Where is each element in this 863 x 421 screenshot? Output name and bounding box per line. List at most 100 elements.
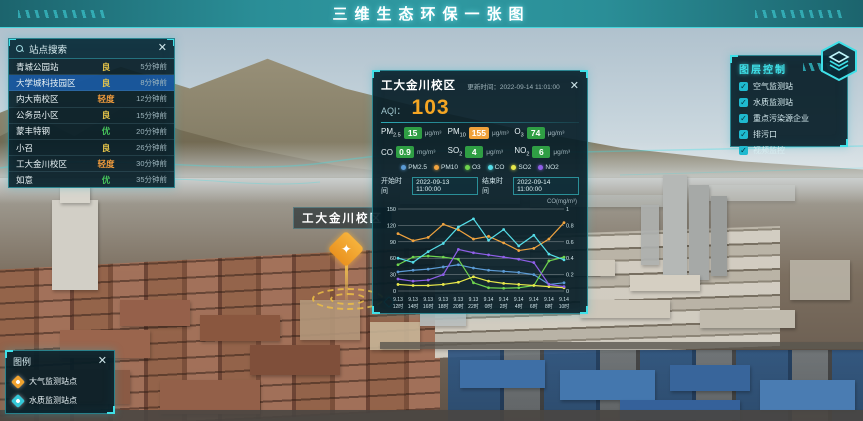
chart-legend-item[interactable]: PM10 xyxy=(434,164,458,171)
aqi-level-badge: 轻度 xyxy=(93,158,119,170)
update-time: 12分钟前 xyxy=(119,93,167,104)
pollutant-value-badge: 6 xyxy=(532,146,550,158)
legend-item-label: 大气监测站点 xyxy=(29,376,77,387)
end-time-input[interactable]: 2022-09-14 11:00:00 xyxy=(513,177,579,195)
legend-label: PM10 xyxy=(441,164,458,171)
legend-item: 水质监测站点 xyxy=(13,395,107,406)
chart-legend-item[interactable]: NO2 xyxy=(538,164,558,171)
end-time-label: 结束时间 xyxy=(482,176,509,196)
start-time-input[interactable]: 2022-09-13 11:00:00 xyxy=(412,177,478,195)
air-station-marker[interactable]: ✦ xyxy=(333,236,359,262)
popup-title: 工大金川校区 xyxy=(381,77,456,93)
start-time-label: 开始时间 xyxy=(381,176,408,196)
pollutant-trend-chart[interactable]: 00300.2600.4900.61200.815019.1312时9.1314… xyxy=(381,205,581,317)
legend-dot-icon xyxy=(538,165,543,170)
layer-rows: ✓空气监测站✓水质监测站✓重点污染源企业✓排污口✓视频监控 xyxy=(739,81,839,156)
chart-legend-item[interactable]: PM2.5 xyxy=(401,164,427,171)
pollutant-name: CO xyxy=(381,148,393,157)
legend-close-icon[interactable]: ✕ xyxy=(98,356,107,367)
popup-update-time: 更新时间：2022-09-14 11:01:00 xyxy=(462,81,564,91)
station-name: 蒙丰特钢 xyxy=(16,125,93,137)
layer-item[interactable]: ✓水质监测站 xyxy=(739,97,839,108)
svg-text:150: 150 xyxy=(387,207,396,213)
pollutant-cell: NO26μg/m³ xyxy=(514,146,579,158)
close-icon[interactable]: ✕ xyxy=(158,43,167,54)
legend-rows: 大气监测站点水质监测站点 xyxy=(13,376,107,406)
header-decoration-right xyxy=(755,10,845,18)
aqi-label: AQI： xyxy=(381,104,406,117)
station-row[interactable]: 蒙丰特钢优20分钟前 xyxy=(9,124,174,140)
marker-diamond-icon: ✦ xyxy=(328,231,365,268)
layer-item[interactable]: ✓空气监测站 xyxy=(739,81,839,92)
station-row[interactable]: 小召良26分钟前 xyxy=(9,140,174,156)
page-title: 三维生态环保一张图 xyxy=(332,3,530,24)
pollutant-name: O3 xyxy=(514,127,523,139)
legend-item-label: 水质监测站点 xyxy=(29,395,77,406)
pollutant-unit: μg/m³ xyxy=(425,130,442,137)
station-row[interactable]: 大学城科技园区良8分钟前 xyxy=(9,75,174,91)
pollutant-name: SO2 xyxy=(448,146,463,158)
station-detail-popup: 工大金川校区 更新时间：2022-09-14 11:01:00 ✕ AQI： 1… xyxy=(372,70,588,314)
station-panel-header: 站点搜索 ✕ xyxy=(9,39,174,59)
layer-item[interactable]: ✓视频监控 xyxy=(739,145,839,156)
station-row[interactable]: 公务员小区良15分钟前 xyxy=(9,108,174,124)
svg-text:30: 30 xyxy=(390,273,396,279)
checkbox-icon[interactable]: ✓ xyxy=(739,82,748,91)
legend-label: O3 xyxy=(472,164,481,171)
header-bar: 三维生态环保一张图 xyxy=(0,0,863,28)
chart-legend-item[interactable]: O3 xyxy=(465,164,481,171)
pollutant-unit: mg/m³ xyxy=(417,149,435,156)
pollutant-cell: O374μg/m³ xyxy=(514,127,579,139)
svg-text:0: 0 xyxy=(393,289,396,295)
map-legend-panel: 图例 ✕ 大气监测站点水质监测站点 xyxy=(5,350,115,414)
aqi-level-badge: 良 xyxy=(93,61,119,73)
checkbox-icon[interactable]: ✓ xyxy=(739,114,748,123)
pollutant-name: NO2 xyxy=(514,146,529,158)
legend-label: PM2.5 xyxy=(408,164,427,171)
svg-text:9.142时: 9.142时 xyxy=(499,297,509,310)
layer-label: 排污口 xyxy=(753,129,777,140)
layer-item[interactable]: ✓ 排污口 xyxy=(739,129,839,140)
station-list-panel: 站点搜索 ✕ 青城公园站良5分钟前大学城科技园区良8分钟前内大南校区轻度12分钟… xyxy=(8,38,175,188)
station-marker-icon xyxy=(11,374,25,388)
pollutant-unit: μg/m³ xyxy=(486,149,503,156)
layer-label: 重点污染源企业 xyxy=(753,113,809,124)
svg-text:9.144时: 9.144时 xyxy=(514,297,524,310)
svg-text:9.1316时: 9.1316时 xyxy=(423,297,434,310)
station-panel-title: 站点搜索 xyxy=(29,42,153,56)
svg-text:0: 0 xyxy=(566,289,569,295)
aqi-level-badge: 良 xyxy=(93,109,119,121)
svg-text:9.1318时: 9.1318时 xyxy=(438,297,449,310)
checkbox-icon[interactable]: ✓ xyxy=(739,98,748,107)
pollutant-value-badge: 15 xyxy=(404,127,422,139)
pollutant-value-badge: 155 xyxy=(469,127,489,139)
chart-legend-item[interactable]: SO2 xyxy=(511,164,531,171)
station-name: 青城公园站 xyxy=(16,61,93,73)
chart-legend-item[interactable]: CO xyxy=(488,164,505,171)
layer-item[interactable]: ✓ 重点污染源企业 xyxy=(739,113,839,124)
pollutant-cell: SO24μg/m³ xyxy=(448,146,513,158)
app-root: 工大金川校区 ✦ 三维生态环保一张图 站点搜索 ✕ 青城公园站良5分钟前大学城科… xyxy=(0,0,863,421)
checkbox-icon[interactable]: ✓ xyxy=(739,130,748,139)
layers-hex-button[interactable] xyxy=(820,40,858,82)
search-icon xyxy=(16,45,24,53)
pollutant-value-badge: 0.9 xyxy=(396,146,414,158)
station-row[interactable]: 青城公园站良5分钟前 xyxy=(9,59,174,75)
chart-legend: PM2.5 PM10 O3 CO SO2 NO2 xyxy=(381,164,579,171)
svg-text:9.140时: 9.140时 xyxy=(484,297,494,310)
station-row[interactable]: 如意优35分钟前 xyxy=(9,172,174,188)
update-time: 15分钟前 xyxy=(119,110,167,121)
pollutant-unit: μg/m³ xyxy=(492,130,509,137)
update-time: 8分钟前 xyxy=(119,77,167,88)
popup-close-icon[interactable]: ✕ xyxy=(570,81,579,92)
pollutant-grid: PM2.515μg/m³PM10155μg/m³O374μg/m³CO0.9mg… xyxy=(381,127,579,158)
station-row[interactable]: 内大南校区轻度12分钟前 xyxy=(9,91,174,107)
station-name: 内大南校区 xyxy=(16,93,93,105)
legend-dot-icon xyxy=(465,165,470,170)
update-time: 20分钟前 xyxy=(119,126,167,137)
aqi-value: 103 xyxy=(412,96,450,120)
legend-label: CO xyxy=(495,164,505,171)
svg-text:9.1314时: 9.1314时 xyxy=(408,297,419,310)
checkbox-icon[interactable]: ✓ xyxy=(739,146,748,155)
station-row[interactable]: 工大金川校区轻度30分钟前 xyxy=(9,156,174,172)
